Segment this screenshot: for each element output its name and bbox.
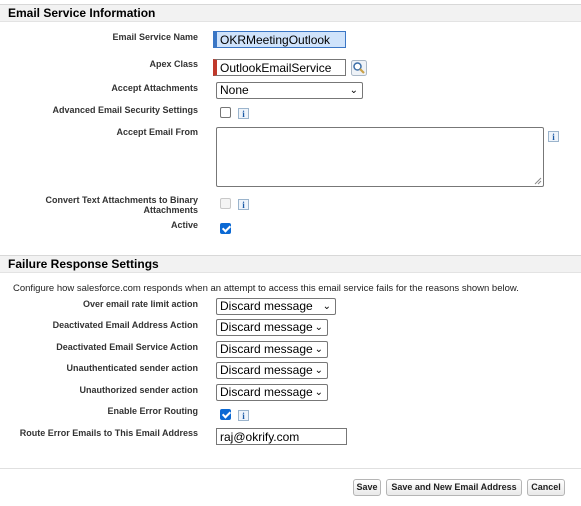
apex-class-value: OutlookEmailService: [220, 61, 332, 75]
failure-response-description: Configure how salesforce.com responds wh…: [13, 283, 519, 294]
unauthenticated-label: Unauthenticated sender action: [66, 363, 198, 373]
magnifier-lookup-icon[interactable]: [351, 60, 367, 76]
unauthorized-label: Unauthorized sender action: [79, 385, 198, 395]
over-limit-label: Over email rate limit action: [82, 299, 198, 309]
save-and-new-button[interactable]: Save and New Email Address: [386, 479, 522, 496]
failure-response-section-header: Failure Response Settings: [0, 255, 581, 273]
apex-class-label: Apex Class: [149, 59, 198, 69]
over-limit-select[interactable]: Discard message ⌄: [216, 298, 336, 315]
accept-email-from-textarea[interactable]: [216, 127, 544, 187]
advanced-security-label: Advanced Email Security Settings: [52, 105, 198, 115]
active-label: Active: [170, 220, 198, 230]
unauthenticated-value: Discard message: [220, 363, 313, 377]
active-checkbox[interactable]: [220, 223, 231, 234]
route-to-label: Route Error Emails to This Email Address: [19, 428, 198, 438]
error-routing-label: Enable Error Routing: [107, 406, 198, 416]
route-to-value: raj@okrify.com: [220, 430, 300, 444]
resize-handle-icon[interactable]: [534, 177, 542, 185]
accept-attachments-select[interactable]: None ⌄: [216, 82, 363, 99]
cancel-button[interactable]: Cancel: [527, 479, 565, 496]
deactivated-service-value: Discard message: [220, 342, 313, 356]
info-icon[interactable]: i: [238, 199, 249, 210]
email-service-section-header: Email Service Information: [0, 4, 581, 22]
service-name-label: Email Service Name: [112, 32, 198, 42]
accept-email-from-label: Accept Email From: [116, 127, 198, 137]
convert-attachments-label: Convert Text Attachments to Binary Attac…: [45, 195, 198, 215]
save-button[interactable]: Save: [353, 479, 381, 496]
convert-attachments-checkbox[interactable]: [220, 198, 231, 209]
route-to-input[interactable]: raj@okrify.com: [216, 428, 347, 445]
unauthorized-select[interactable]: Discard message ⌄: [216, 384, 328, 401]
accept-attachments-value: None: [220, 83, 249, 97]
apex-class-input[interactable]: OutlookEmailService: [213, 59, 346, 76]
advanced-security-checkbox[interactable]: [220, 107, 231, 118]
deactivated-address-label: Deactivated Email Address Action: [52, 320, 198, 330]
chevron-down-icon: ⌄: [322, 301, 331, 312]
chevron-down-icon: ⌄: [314, 344, 323, 355]
deactivated-service-select[interactable]: Discard message ⌄: [216, 341, 328, 358]
chevron-down-icon: ⌄: [349, 85, 358, 96]
error-routing-checkbox[interactable]: [220, 409, 231, 420]
deactivated-address-value: Discard message: [220, 320, 313, 334]
unauthenticated-select[interactable]: Discard message ⌄: [216, 362, 328, 379]
chevron-down-icon: ⌄: [314, 387, 323, 398]
over-limit-value: Discard message: [220, 299, 313, 313]
info-icon[interactable]: i: [548, 131, 559, 142]
service-name-input[interactable]: OKRMeetingOutlook: [213, 31, 346, 48]
info-icon[interactable]: i: [238, 108, 249, 119]
deactivated-service-label: Deactivated Email Service Action: [56, 342, 198, 352]
chevron-down-icon: ⌄: [314, 322, 323, 333]
unauthorized-value: Discard message: [220, 385, 313, 399]
deactivated-address-select[interactable]: Discard message ⌄: [216, 319, 328, 336]
accept-attachments-label: Accept Attachments: [111, 83, 198, 93]
info-icon[interactable]: i: [238, 410, 249, 421]
service-name-value: OKRMeetingOutlook: [220, 33, 331, 47]
chevron-down-icon: ⌄: [314, 365, 323, 376]
